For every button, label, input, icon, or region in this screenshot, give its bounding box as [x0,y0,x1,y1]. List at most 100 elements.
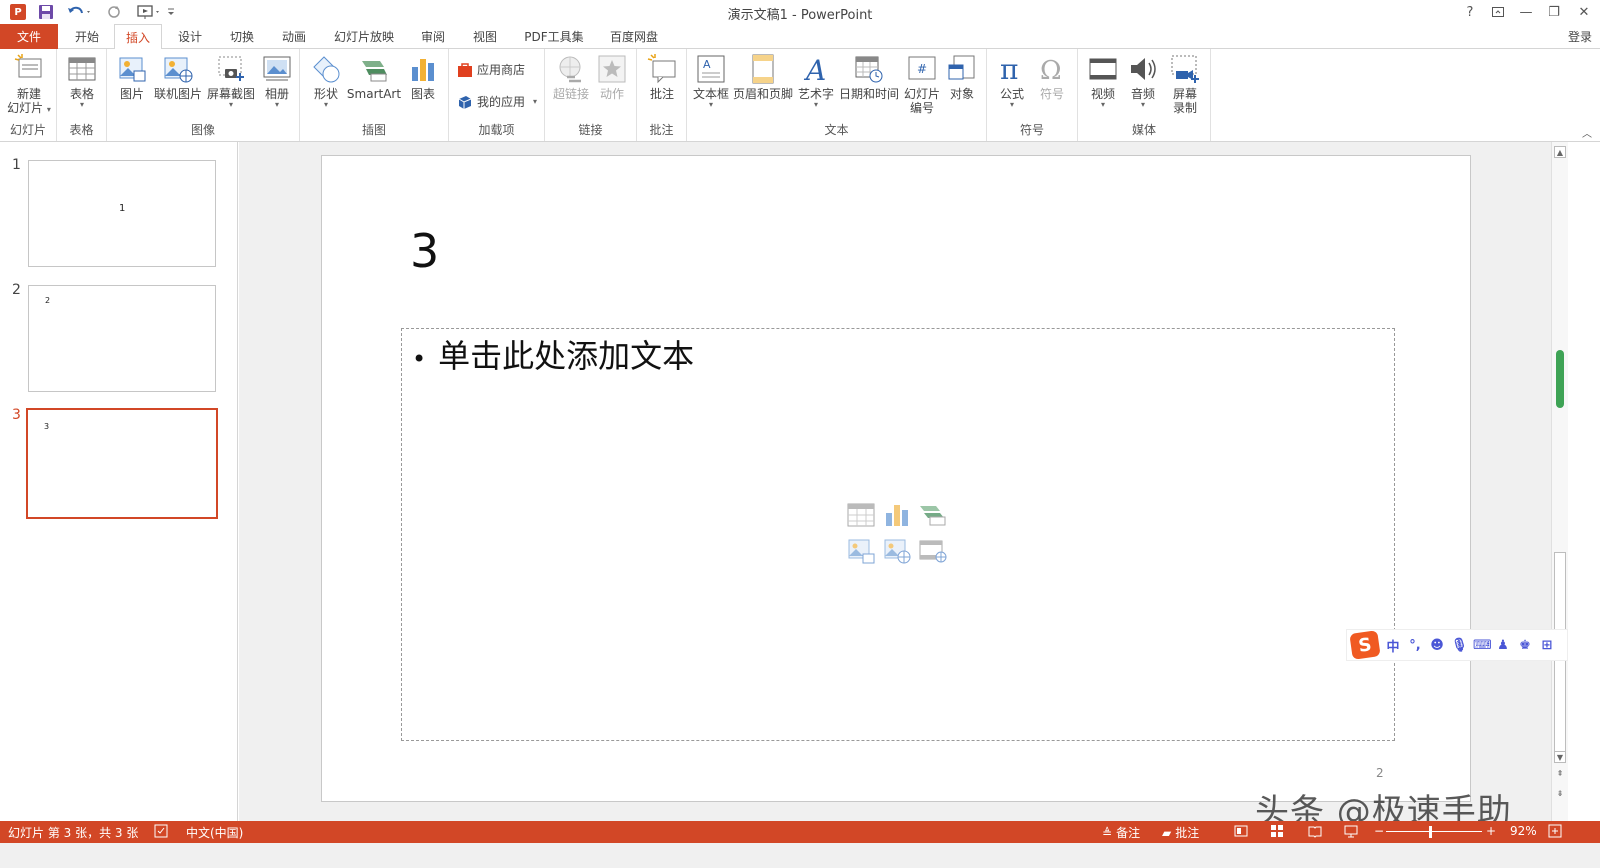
powerpoint-logo-icon[interactable]: P [8,2,28,22]
insert-online-picture-icon[interactable] [883,538,911,564]
datetime-button[interactable]: 日期和时间 [837,53,901,101]
zoom-in-button[interactable]: + [1486,824,1496,838]
slide-thumbnail-1[interactable]: 1 [28,160,216,267]
scroll-up-arrow-icon[interactable]: ▲ [1554,146,1566,158]
slide-thumbnail-2[interactable]: 2 [28,285,216,392]
new-slide-label-1: 新建 [16,87,41,101]
scroll-down-arrow-icon[interactable]: ▼ [1554,751,1566,763]
picture-button[interactable]: 图片 [115,53,149,101]
user-icon[interactable]: ♟ [1495,638,1511,653]
insert-chart-icon[interactable] [883,502,911,528]
online-picture-button[interactable]: 联机图片 [153,53,203,101]
audio-label: 音频 [1130,87,1155,101]
video-button[interactable]: 视频 ▾ [1086,53,1120,109]
redo-icon[interactable] [104,2,124,22]
insert-picture-icon[interactable] [847,538,875,564]
skin-shirt-icon[interactable]: ♚ [1517,638,1533,653]
slideshow-view-icon[interactable] [1344,824,1358,838]
ime-mode-chinese[interactable]: 中 [1385,636,1401,655]
slide-count-status[interactable]: 幻灯片 第 3 张，共 3 张 [8,824,138,841]
wordart-button[interactable]: A 艺术字 ▾ [797,53,835,109]
slide-thumbnail-3-selected[interactable]: 3 [26,408,218,519]
new-slide-button[interactable]: 新建 幻灯片 ▾ [4,53,54,115]
object-icon [948,55,975,80]
save-icon[interactable] [36,2,56,22]
fit-slide-icon[interactable] [1548,824,1562,838]
object-button[interactable]: 对象 [945,53,979,101]
content-placeholder[interactable]: • 单击此处添加文本 [401,328,1395,741]
table-button[interactable]: 表格 ▾ [65,53,99,109]
customize-qat-icon[interactable] [164,2,178,22]
normal-view-icon[interactable] [1234,824,1248,838]
ime-toolbar[interactable]: S 中 °, ☻ 🎙︎ ⌨ ♟ ♚ ⊞ [1346,629,1568,661]
screen-recording-button[interactable]: 屏幕 录制 [1168,53,1202,115]
insert-video-icon[interactable] [919,538,947,564]
zoom-out-button[interactable]: − [1374,824,1384,838]
comment-button[interactable]: 批注 [645,53,679,101]
emoji-icon[interactable]: ☻ [1429,638,1445,653]
login-link[interactable]: 登录 [1568,28,1592,45]
reading-view-icon[interactable] [1308,824,1322,838]
maximize-button[interactable]: ❐ [1540,0,1568,24]
zoom-slider[interactable] [1386,831,1482,832]
screenshot-button[interactable]: 屏幕截图 ▾ [205,53,257,109]
equation-button[interactable]: π 公式 ▾ [995,53,1029,109]
tab-home[interactable]: 开始 [62,24,112,49]
tab-baidu-netdisk[interactable]: 百度网盘 [598,24,670,49]
notes-button[interactable]: ≜ 备注 [1102,824,1140,841]
sogou-logo-icon[interactable]: S [1349,630,1381,660]
hyperlink-button[interactable]: 超链接 [551,53,591,101]
action-button[interactable]: 动作 [595,53,629,101]
keyboard-icon[interactable]: ⌨ [1473,638,1492,653]
close-button[interactable]: ✕ [1570,0,1598,24]
undo-icon[interactable] [64,2,94,22]
placeholder-prompt: 单击此处添加文本 [438,337,695,375]
tab-transitions[interactable]: 切换 [218,24,266,49]
microphone-icon[interactable]: 🎙︎ [1451,638,1468,653]
tab-review[interactable]: 审阅 [410,24,456,49]
tab-pdf-tools[interactable]: PDF工具集 [514,24,594,49]
insert-smartart-icon[interactable] [919,502,947,528]
slide-canvas[interactable]: 3 • 单击此处添加文本 2 [321,155,1471,802]
chart-button[interactable]: 图表 [406,53,440,101]
tab-animations[interactable]: 动画 [270,24,318,49]
photo-album-button[interactable]: 相册 ▾ [259,53,295,109]
slide-sorter-view-icon[interactable] [1270,824,1284,838]
zoom-slider-thumb[interactable] [1428,826,1432,838]
app-store-button[interactable]: 应用商店 [457,61,525,78]
comments-button[interactable]: ▰ 批注 [1162,824,1199,841]
tab-file[interactable]: 文件 [0,24,58,49]
my-apps-button[interactable]: 我的应用 ▾ [457,93,537,110]
toolbox-grid-icon[interactable]: ⊞ [1539,638,1555,653]
language-status[interactable]: 中文(中国) [186,824,243,841]
previous-slide-icon[interactable]: ⇞ [1554,767,1566,779]
zoom-level[interactable]: 92% [1510,824,1537,838]
minimize-button[interactable]: — [1512,0,1540,24]
slide-title-text[interactable]: 3 [410,224,439,278]
vertical-scrollbar[interactable]: ▲ ▼ ⇞ ⇟ [1551,142,1568,821]
tab-insert[interactable]: 插入 [114,24,162,50]
collapse-ribbon-icon[interactable]: ︿ [1582,125,1592,140]
audio-button[interactable]: 音频 ▾ [1126,53,1160,109]
wordart-dropdown-icon: ▾ [813,100,818,109]
punctuation-icon[interactable]: °, [1407,638,1423,653]
start-slideshow-icon[interactable] [134,2,164,22]
object-label: 对象 [949,87,974,101]
header-footer-button[interactable]: 页眉和页脚 [731,53,795,101]
textbox-button[interactable]: A 文本框 ▾ [693,53,729,109]
help-icon[interactable]: ? [1456,0,1484,24]
shapes-button[interactable]: 形状 ▾ [308,53,344,109]
new-slide-icon [14,54,42,78]
next-slide-icon[interactable]: ⇟ [1554,787,1566,799]
smartart-button[interactable]: SmartArt [346,53,402,101]
tab-slideshow[interactable]: 幻灯片放映 [322,24,406,49]
shapes-label: 形状 [313,87,338,101]
tab-view[interactable]: 视图 [462,24,508,49]
symbol-button[interactable]: Ω 符号 [1035,53,1069,101]
slide-number-button[interactable]: # 幻灯片 编号 [903,53,941,115]
insert-table-icon[interactable] [847,502,875,528]
equation-label: 公式 [999,87,1024,101]
ribbon-display-options-icon[interactable] [1484,0,1512,24]
tab-design[interactable]: 设计 [166,24,214,49]
spelling-check-icon[interactable] [154,824,168,838]
